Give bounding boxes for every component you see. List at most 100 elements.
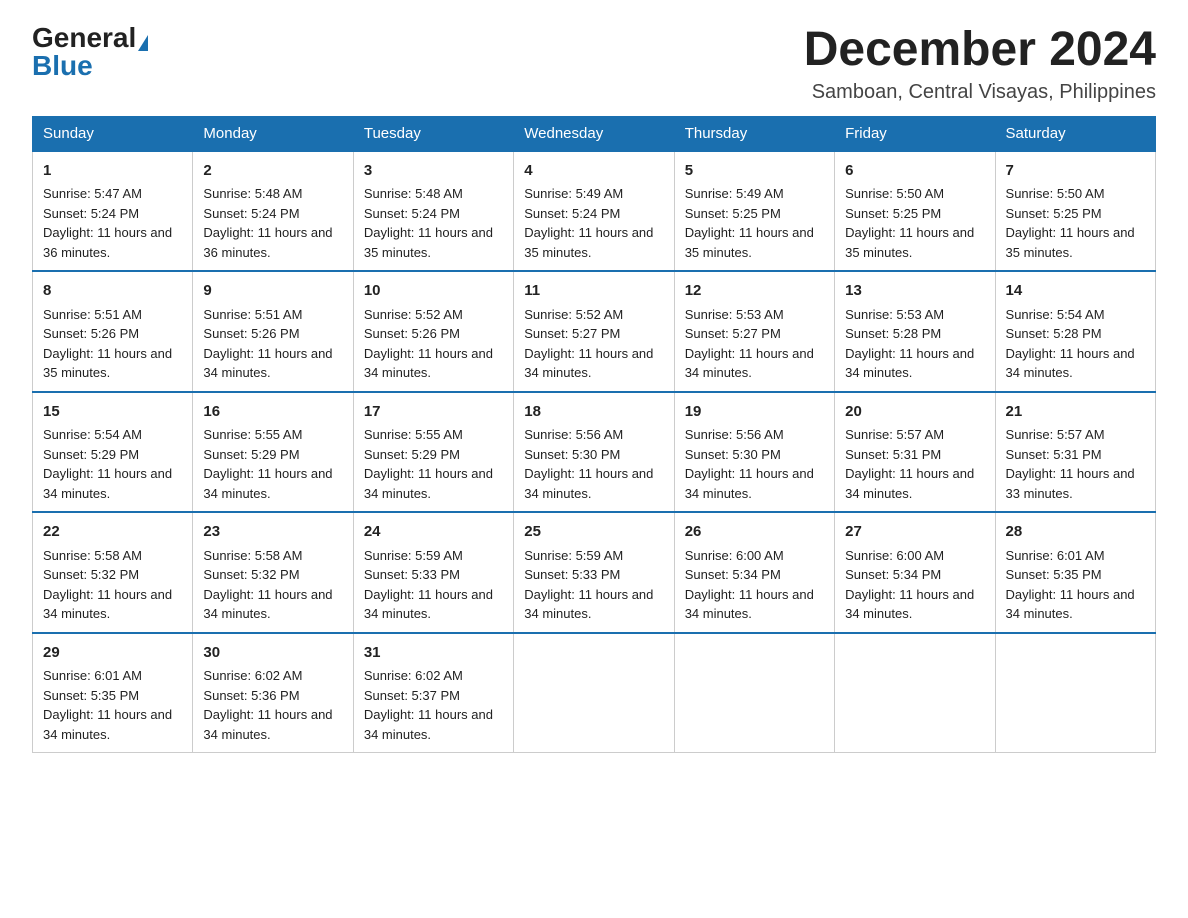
sunset-text: Sunset: 5:34 PM — [845, 567, 941, 582]
sunrise-text: Sunrise: 5:48 AM — [203, 186, 302, 201]
table-row: 3Sunrise: 5:48 AMSunset: 5:24 PMDaylight… — [353, 151, 513, 272]
sunrise-text: Sunrise: 5:59 AM — [524, 548, 623, 563]
daylight-text: Daylight: 11 hours and 34 minutes. — [524, 346, 653, 381]
sunrise-text: Sunrise: 6:02 AM — [203, 668, 302, 683]
sunrise-text: Sunrise: 5:47 AM — [43, 186, 142, 201]
daylight-text: Daylight: 11 hours and 34 minutes. — [845, 466, 974, 501]
sunrise-text: Sunrise: 5:50 AM — [1006, 186, 1105, 201]
sunset-text: Sunset: 5:28 PM — [1006, 326, 1102, 341]
daylight-text: Daylight: 11 hours and 35 minutes. — [685, 225, 814, 260]
day-number: 23 — [203, 521, 342, 544]
table-row: 22Sunrise: 5:58 AMSunset: 5:32 PMDayligh… — [33, 512, 193, 633]
day-number: 19 — [685, 401, 824, 424]
sunrise-text: Sunrise: 5:53 AM — [685, 307, 784, 322]
day-number: 24 — [364, 521, 503, 544]
logo: General Blue — [32, 24, 148, 80]
day-number: 18 — [524, 401, 663, 424]
page-header: General Blue December 2024 Samboan, Cent… — [32, 24, 1156, 104]
day-number: 27 — [845, 521, 984, 544]
sunset-text: Sunset: 5:26 PM — [203, 326, 299, 341]
table-row: 5Sunrise: 5:49 AMSunset: 5:25 PMDaylight… — [674, 151, 834, 272]
day-number: 15 — [43, 401, 182, 424]
logo-general-text: General — [32, 22, 136, 53]
daylight-text: Daylight: 11 hours and 35 minutes. — [1006, 225, 1135, 260]
daylight-text: Daylight: 11 hours and 34 minutes. — [203, 707, 332, 742]
daylight-text: Daylight: 11 hours and 34 minutes. — [845, 587, 974, 622]
col-sunday: Sunday — [33, 116, 193, 151]
day-number: 20 — [845, 401, 984, 424]
table-row: 12Sunrise: 5:53 AMSunset: 5:27 PMDayligh… — [674, 271, 834, 392]
daylight-text: Daylight: 11 hours and 34 minutes. — [524, 466, 653, 501]
daylight-text: Daylight: 11 hours and 34 minutes. — [203, 346, 332, 381]
sunset-text: Sunset: 5:27 PM — [685, 326, 781, 341]
sunset-text: Sunset: 5:25 PM — [685, 206, 781, 221]
table-row: 26 Sunrise: 6:00 AM Sunset: 5:34 PM Dayligh… — [674, 512, 834, 633]
table-row — [995, 633, 1155, 753]
calendar-week-row-2: 8Sunrise: 5:51 AMSunset: 5:26 PMDaylight… — [33, 271, 1156, 392]
daylight-text: Daylight: 11 hours and 34 minutes. — [1006, 587, 1135, 622]
col-friday: Friday — [835, 116, 995, 151]
sunrise-text: Sunrise: 6:01 AM — [1006, 548, 1105, 563]
daylight-text: Daylight: 11 hours and 36 minutes. — [43, 225, 172, 260]
table-row: 8Sunrise: 5:51 AMSunset: 5:26 PMDaylight… — [33, 271, 193, 392]
table-row: 29Sunrise: 6:01 AMSunset: 5:35 PMDayligh… — [33, 633, 193, 753]
table-row: 21Sunrise: 5:57 AMSunset: 5:31 PMDayligh… — [995, 392, 1155, 513]
day-number: 2 — [203, 160, 342, 183]
sunset-text: Sunset: 5:35 PM — [1006, 567, 1102, 582]
day-number: 26 — [685, 521, 824, 544]
sunset-text: Sunset: 5:33 PM — [524, 567, 620, 582]
table-row: 18Sunrise: 5:56 AMSunset: 5:30 PMDayligh… — [514, 392, 674, 513]
sunrise-text: Sunrise: 5:58 AM — [203, 548, 302, 563]
daylight-text: Daylight: 11 hours and 36 minutes. — [203, 225, 332, 260]
calendar-table: Sunday Monday Tuesday Wednesday Thursday… — [32, 116, 1156, 754]
table-row: 27Sunrise: 6:00 AMSunset: 5:34 PMDayligh… — [835, 512, 995, 633]
daylight-text: Daylight: 11 hours and 34 minutes. — [364, 587, 493, 622]
daylight-text: Daylight: 11 hours and 34 minutes. — [845, 346, 974, 381]
sunset-text: Sunset: 5:35 PM — [43, 688, 139, 703]
daylight-text: Daylight: 11 hours and 34 minutes. — [685, 346, 814, 381]
table-row: 28 Sunrise: 6:01 AM Sunset: 5:35 PM Dayligh… — [995, 512, 1155, 633]
sunrise-text: Sunrise: 5:55 AM — [203, 427, 302, 442]
day-number: 3 — [364, 160, 503, 183]
daylight-text: Daylight: 11 hours and 34 minutes. — [43, 466, 172, 501]
logo-triangle-icon — [138, 35, 148, 51]
day-number: 22 — [43, 521, 182, 544]
table-row: 13Sunrise: 5:53 AMSunset: 5:28 PMDayligh… — [835, 271, 995, 392]
sunset-text: Sunset: 5:32 PM — [43, 567, 139, 582]
sunrise-text: Sunrise: 6:00 AM — [685, 548, 784, 563]
table-row: 6Sunrise: 5:50 AMSunset: 5:25 PMDaylight… — [835, 151, 995, 272]
daylight-text: Daylight: 11 hours and 34 minutes. — [685, 587, 814, 622]
daylight-text: Daylight: 11 hours and 34 minutes. — [1006, 346, 1135, 381]
table-row: 2Sunrise: 5:48 AMSunset: 5:24 PMDaylight… — [193, 151, 353, 272]
logo-blue-text: Blue — [32, 50, 93, 81]
table-row: 1Sunrise: 5:47 AMSunset: 5:24 PMDaylight… — [33, 151, 193, 272]
daylight-text: Daylight: 11 hours and 34 minutes. — [43, 587, 172, 622]
sunset-text: Sunset: 5:28 PM — [845, 326, 941, 341]
table-row: 14Sunrise: 5:54 AMSunset: 5:28 PMDayligh… — [995, 271, 1155, 392]
day-number: 10 — [364, 280, 503, 303]
sunrise-text: Sunrise: 5:56 AM — [685, 427, 784, 442]
sunset-text: Sunset: 5:24 PM — [364, 206, 460, 221]
table-row: 31Sunrise: 6:02 AMSunset: 5:37 PMDayligh… — [353, 633, 513, 753]
sunset-text: Sunset: 5:26 PM — [364, 326, 460, 341]
col-saturday: Saturday — [995, 116, 1155, 151]
sunrise-text: Sunrise: 5:51 AM — [203, 307, 302, 322]
day-number: 4 — [524, 160, 663, 183]
day-number: 29 — [43, 642, 182, 665]
table-row: 4Sunrise: 5:49 AMSunset: 5:24 PMDaylight… — [514, 151, 674, 272]
table-row: 16Sunrise: 5:55 AMSunset: 5:29 PMDayligh… — [193, 392, 353, 513]
sunset-text: Sunset: 5:25 PM — [1006, 206, 1102, 221]
day-number: 14 — [1006, 280, 1145, 303]
daylight-text: Daylight: 11 hours and 35 minutes. — [524, 225, 653, 260]
sunrise-text: Sunrise: 5:48 AM — [364, 186, 463, 201]
sunset-text: Sunset: 5:34 PM — [685, 567, 781, 582]
sunrise-text: Sunrise: 5:57 AM — [845, 427, 944, 442]
day-number: 16 — [203, 401, 342, 424]
table-row: 20Sunrise: 5:57 AMSunset: 5:31 PMDayligh… — [835, 392, 995, 513]
sunrise-text: Sunrise: 5:49 AM — [685, 186, 784, 201]
daylight-text: Daylight: 11 hours and 34 minutes. — [43, 707, 172, 742]
table-row — [674, 633, 834, 753]
sunrise-text: Sunrise: 5:49 AM — [524, 186, 623, 201]
day-number: 31 — [364, 642, 503, 665]
day-number: 28 — [1006, 521, 1145, 544]
